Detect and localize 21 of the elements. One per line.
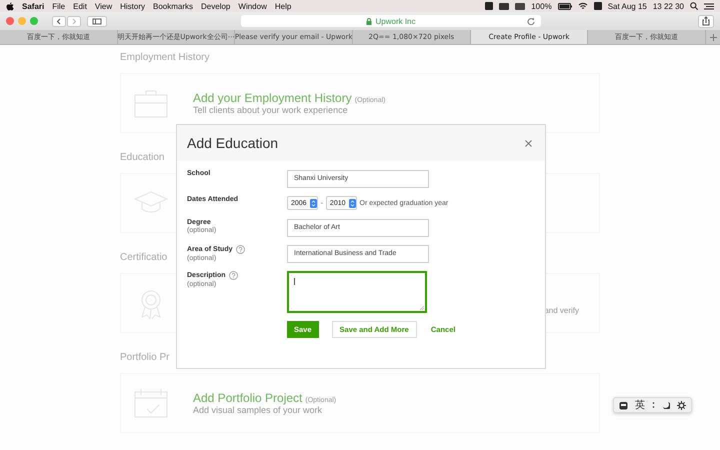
menu-date[interactable]: Sat Aug 15 [608,2,647,10]
menu-item[interactable]: View [94,2,112,10]
menu-clock[interactable]: 13 22 30 [652,2,684,10]
card-subtitle: Tell clients about your work experience [193,105,349,115]
dialog-title: Add Education [187,135,278,151]
menu-item[interactable]: Develop [201,2,230,10]
menu-item[interactable]: File [52,2,66,10]
address-text: Upwork Inc [375,16,416,26]
menu-item[interactable]: Bookmarks [153,2,194,10]
section-heading: Portfolio Pr [120,352,170,363]
menu-item[interactable]: Safari [22,2,44,10]
card-subtitle: Add visual samples of your work [193,405,324,415]
section-heading: Employment History [120,52,210,63]
battery-percent: 100% [531,2,552,10]
menu-item[interactable]: History [120,2,146,10]
menu-item[interactable]: Window [238,2,267,10]
section-heading: Education [120,152,164,163]
language-toggle[interactable]: 英 [635,398,645,412]
menu-item[interactable]: Help [274,2,292,10]
menu-item[interactable]: Edit [73,2,87,10]
section-heading: Certificatio [120,252,168,263]
